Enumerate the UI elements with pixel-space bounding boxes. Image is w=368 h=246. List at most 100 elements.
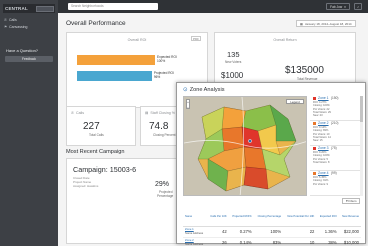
user-name: Fab Jow [330, 4, 343, 9]
table-header-row: Name Calls Per 10K Projected ROI% Closin… [183, 207, 361, 227]
feedback-button[interactable]: Feedback [5, 56, 53, 62]
table-cell-proj: 0.27% [228, 226, 254, 238]
zone-name-link[interactable]: Zone 3 [318, 146, 329, 150]
total-revenue-value: $135000 [285, 65, 324, 76]
expected-roi-bar: Expected ROI 100% [77, 55, 177, 65]
voter-search-input[interactable] [36, 5, 54, 12]
bell-icon[interactable]: ♪ [354, 3, 362, 10]
app-window: CENTRAL ✆ Calls ⚑ Canvassing Have a Ques… [0, 0, 368, 246]
expected-roi-bar-fill [77, 55, 155, 65]
zone-color-swatch [313, 147, 316, 150]
zone-count: (75) [331, 146, 337, 150]
section-title: Most Recent Campaign [66, 149, 125, 155]
card-title-text: Calls [76, 111, 85, 115]
page-title: Overall Performance [66, 20, 126, 27]
column-header[interactable]: Closing Percentage [253, 207, 284, 227]
table-cell-closing: 100% [253, 226, 284, 238]
projected-roi-bar-fill [77, 71, 152, 81]
sidebar-item-label: Canvassing [9, 25, 28, 29]
voters-caption: New Voters [225, 60, 242, 64]
filter-label: Filters [348, 199, 357, 203]
column-header[interactable]: New Potential Per 10K [283, 207, 317, 227]
pdf-export-button[interactable]: PDF [191, 36, 201, 41]
total-calls-value: 227 [83, 121, 100, 132]
zone-list-item[interactable]: Zone 2 (210) ROI: 0.14% Closing: 83% Pro Vot… [310, 121, 360, 146]
zone-color-swatch [313, 122, 316, 125]
pin-icon: ⊙ [183, 87, 188, 93]
zone-map[interactable]: + − Legend [183, 96, 307, 196]
phone-icon: ✆ [4, 18, 7, 22]
card-title: ▤ Staff Closing % [145, 111, 175, 115]
scrollbar-thumb[interactable] [360, 96, 363, 122]
zone-cell: Zone 2 Some Address [183, 237, 207, 246]
zone-stat-line: Pro Voters: 9 [313, 182, 328, 186]
zone-analysis-panel: ⊙ Zone Analysis + − Legend Zone 1 (150) … [176, 82, 366, 246]
neighborhood-search-input[interactable]: Search Neighborhoods [68, 3, 158, 10]
table-cell-revenue: $22,000 [338, 226, 361, 238]
top-bar: Search Neighborhoods Fab Jow ▾ ♪ [58, 0, 368, 13]
column-header[interactable]: Calls Per 10K [206, 207, 229, 227]
zone-color-swatch [313, 172, 316, 175]
total-calls-caption: Total Calls [89, 133, 104, 137]
zone-stat-line: New: 23 [313, 114, 323, 118]
card-title: Overall ROI [127, 38, 147, 42]
zone-name-link[interactable]: Zone 2 [318, 121, 329, 125]
app-logo[interactable]: CENTRAL [3, 4, 55, 13]
card-title: ✆ Calls [71, 111, 84, 115]
filter-button[interactable]: ▼ Filters [342, 198, 360, 204]
zone-list-scrollbar[interactable] [360, 96, 363, 196]
table-cell-proj: 0.14% [228, 237, 254, 246]
projected-roi-bar: Projected ROI 96% [77, 71, 174, 81]
table-cell-potential: 22 [283, 226, 317, 238]
zoom-control[interactable]: + − [186, 99, 190, 109]
total-revenue-caption: Total Revenue [297, 77, 318, 81]
date-range-text: January 18, 2014–August 18, 2014 [304, 21, 352, 26]
table-cell-potential: 10 [283, 237, 317, 246]
closing-percent-caption: Closing Percent [153, 133, 176, 137]
card-title-text: Staff Closing % [150, 111, 175, 115]
campaign-percent-caption: Percentage [157, 194, 174, 198]
zone-list-item[interactable]: Zone 1 (150) ROI: 4.27% Closing: 100% Pro Vo… [310, 96, 360, 121]
closing-percent-value: 74.8 [149, 121, 169, 132]
sidebar-item-canvassing[interactable]: ⚑ Canvassing [4, 25, 27, 29]
bar-label: Expected ROI 100% [157, 55, 177, 64]
sidebar-item-calls[interactable]: ✆ Calls [4, 18, 17, 22]
zone-name-link[interactable]: Zone 4 [318, 171, 329, 175]
map-legend-button[interactable]: Legend [286, 99, 304, 104]
user-menu-button[interactable]: Fab Jow ▾ [326, 3, 350, 10]
column-header[interactable]: New Revenue [338, 207, 361, 227]
chevron-down-icon: ▾ [344, 4, 346, 9]
date-range-picker[interactable]: ▦ January 18, 2014–August 18, 2014 [296, 20, 356, 27]
table-cell-revenue: $10,000 [338, 237, 361, 246]
column-header[interactable]: Projected ROI% [228, 207, 254, 227]
card-title: Overall Return [273, 38, 297, 42]
bar-label-value: 100% [157, 59, 166, 63]
zone-analysis-header: ⊙ Zone Analysis [183, 87, 225, 93]
calls-card: ✆ Calls 227 Total Calls [66, 106, 136, 146]
table-cell-calls: 42 [206, 226, 229, 238]
zone-stat-line: New: 15 [313, 139, 323, 143]
table-cell-expected: 38% [316, 237, 339, 246]
zone-color-swatch [313, 97, 316, 100]
zone-list-item[interactable]: Zone 3 (75) ROI: 9.20% Closing: 100% Pro Vot… [310, 146, 360, 171]
phone-icon: ✆ [71, 111, 75, 115]
zone-map-canvas[interactable] [184, 97, 307, 196]
voters-count: 135 [227, 50, 240, 59]
campaign-meta-line: Assigned: Hawkins [73, 184, 99, 188]
zone-count: (210) [331, 121, 339, 125]
zone-name-link[interactable]: Zone 1 [318, 96, 329, 100]
sidebar-item-label: Calls [8, 18, 17, 22]
campaign-name[interactable]: Campaign: 15003-6 [73, 165, 136, 174]
table-cell-closing: 83% [253, 237, 284, 246]
column-header[interactable]: Expected ROI [316, 207, 339, 227]
zone-address: Some Address [185, 241, 204, 246]
zone-count: (99) [331, 171, 337, 175]
campaign-percent: 29% [155, 181, 170, 188]
calendar-icon: ▦ [300, 21, 303, 26]
zone-list-item[interactable]: Zone 4 (99) ROI: 6.45% Closing: 91% Pro Vote… [310, 171, 360, 196]
document-icon: ▤ [145, 111, 149, 115]
table-row[interactable]: Zone 2 Some Address 26 0.14% 83% 10 38% $10,000 [183, 237, 361, 246]
zone-analysis-title: Zone Analysis [189, 87, 225, 93]
table-row[interactable]: Zone 1 Some Address 42 0.27% 100% 22 1.36% $22,… [183, 226, 361, 238]
column-header[interactable]: Name [183, 207, 207, 227]
